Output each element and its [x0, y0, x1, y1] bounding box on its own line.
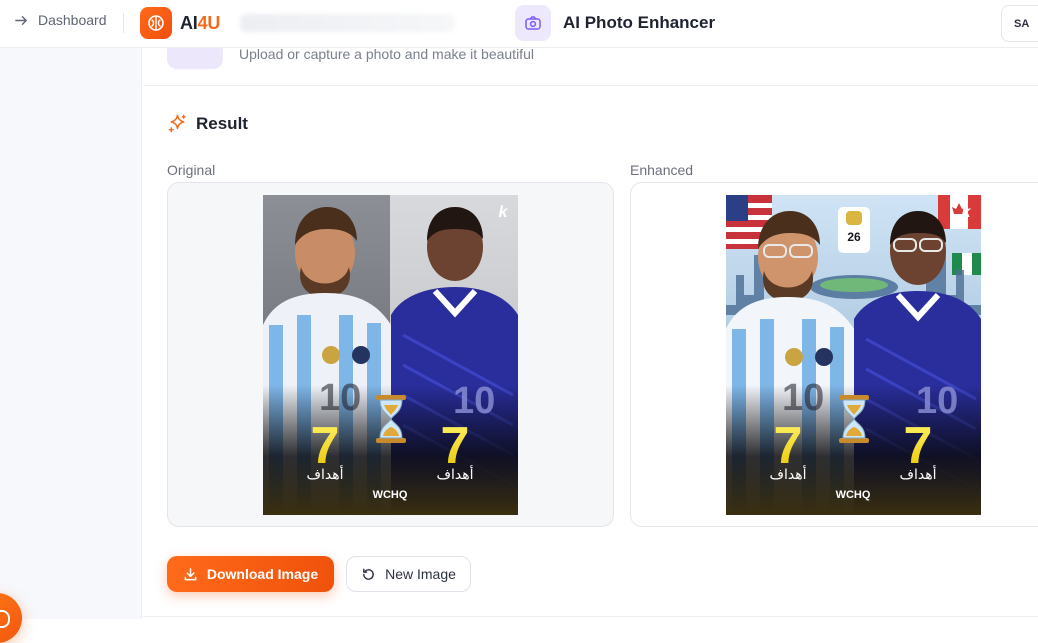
- tool-subheader: Upload or capture a photo and make it be…: [143, 48, 1038, 86]
- tool-title: AI Photo Enhancer: [563, 13, 716, 32]
- original-photo: 10 10 7 7 أهداف أهداف WCHQ k: [263, 195, 518, 515]
- sparkles-icon: [168, 114, 186, 133]
- brain-icon: [140, 7, 172, 39]
- divider: [123, 13, 124, 33]
- top-bar: Dashboard AI4U AI Photo Enhancer SA: [0, 0, 1038, 48]
- refresh-icon: [363, 568, 374, 580]
- brand-logo[interactable]: AI4U: [140, 7, 220, 39]
- watermark: WCHQ: [373, 489, 408, 501]
- arrow-right-icon: [15, 15, 27, 25]
- language-selector[interactable]: SA: [1001, 5, 1038, 42]
- back-to-dashboard-link[interactable]: Dashboard: [14, 12, 107, 28]
- watermark: WCHQ: [836, 489, 871, 501]
- download-label: Download Image: [206, 566, 319, 582]
- corner-mark: k: [499, 204, 509, 221]
- brand-name: AI4U: [180, 13, 220, 34]
- result-title: Result: [196, 113, 248, 133]
- right-goals-caption: أهداف: [899, 465, 936, 483]
- right-jersey-number: 10: [916, 380, 958, 422]
- enhanced-image-panel: 26 10 10 7 7 أهداف أهداف WCHQ k: [630, 182, 1038, 527]
- corner-mark: k: [962, 204, 972, 221]
- chat-support-button[interactable]: [0, 593, 22, 643]
- new-image-button[interactable]: New Image: [346, 556, 471, 592]
- new-image-label: New Image: [385, 566, 456, 582]
- left-jersey-number: 10: [782, 377, 824, 419]
- language-code: SA: [1014, 18, 1030, 30]
- left-jersey-number: 10: [319, 377, 361, 419]
- tool-description: Upload or capture a photo and make it be…: [239, 48, 534, 62]
- blurred-title: [240, 14, 455, 32]
- original-label: Original: [167, 162, 216, 178]
- tool-header-icon: [167, 48, 223, 69]
- enhanced-label: Enhanced: [630, 162, 694, 178]
- brand-accent: 4U: [197, 12, 221, 33]
- download-icon: [184, 567, 197, 580]
- left-goals-caption: أهداف: [306, 465, 343, 483]
- enhanced-photo: 26 10 10 7 7 أهداف أهداف WCHQ k: [726, 195, 981, 515]
- left-goals-caption: أهداف: [769, 465, 806, 483]
- original-image-panel: 10 10 7 7 أهداف أهداف WCHQ k: [167, 182, 614, 527]
- brand-main: AI: [180, 12, 198, 33]
- right-goals-caption: أهداف: [436, 465, 473, 483]
- result-header: Result: [167, 113, 248, 134]
- back-label: Dashboard: [38, 12, 107, 28]
- camera-icon: [515, 5, 551, 41]
- right-jersey-number: 10: [453, 380, 495, 422]
- trophy-year: 26: [847, 230, 861, 244]
- sidebar: [0, 48, 142, 643]
- download-image-button[interactable]: Download Image: [167, 556, 334, 592]
- section-divider: [143, 616, 1038, 617]
